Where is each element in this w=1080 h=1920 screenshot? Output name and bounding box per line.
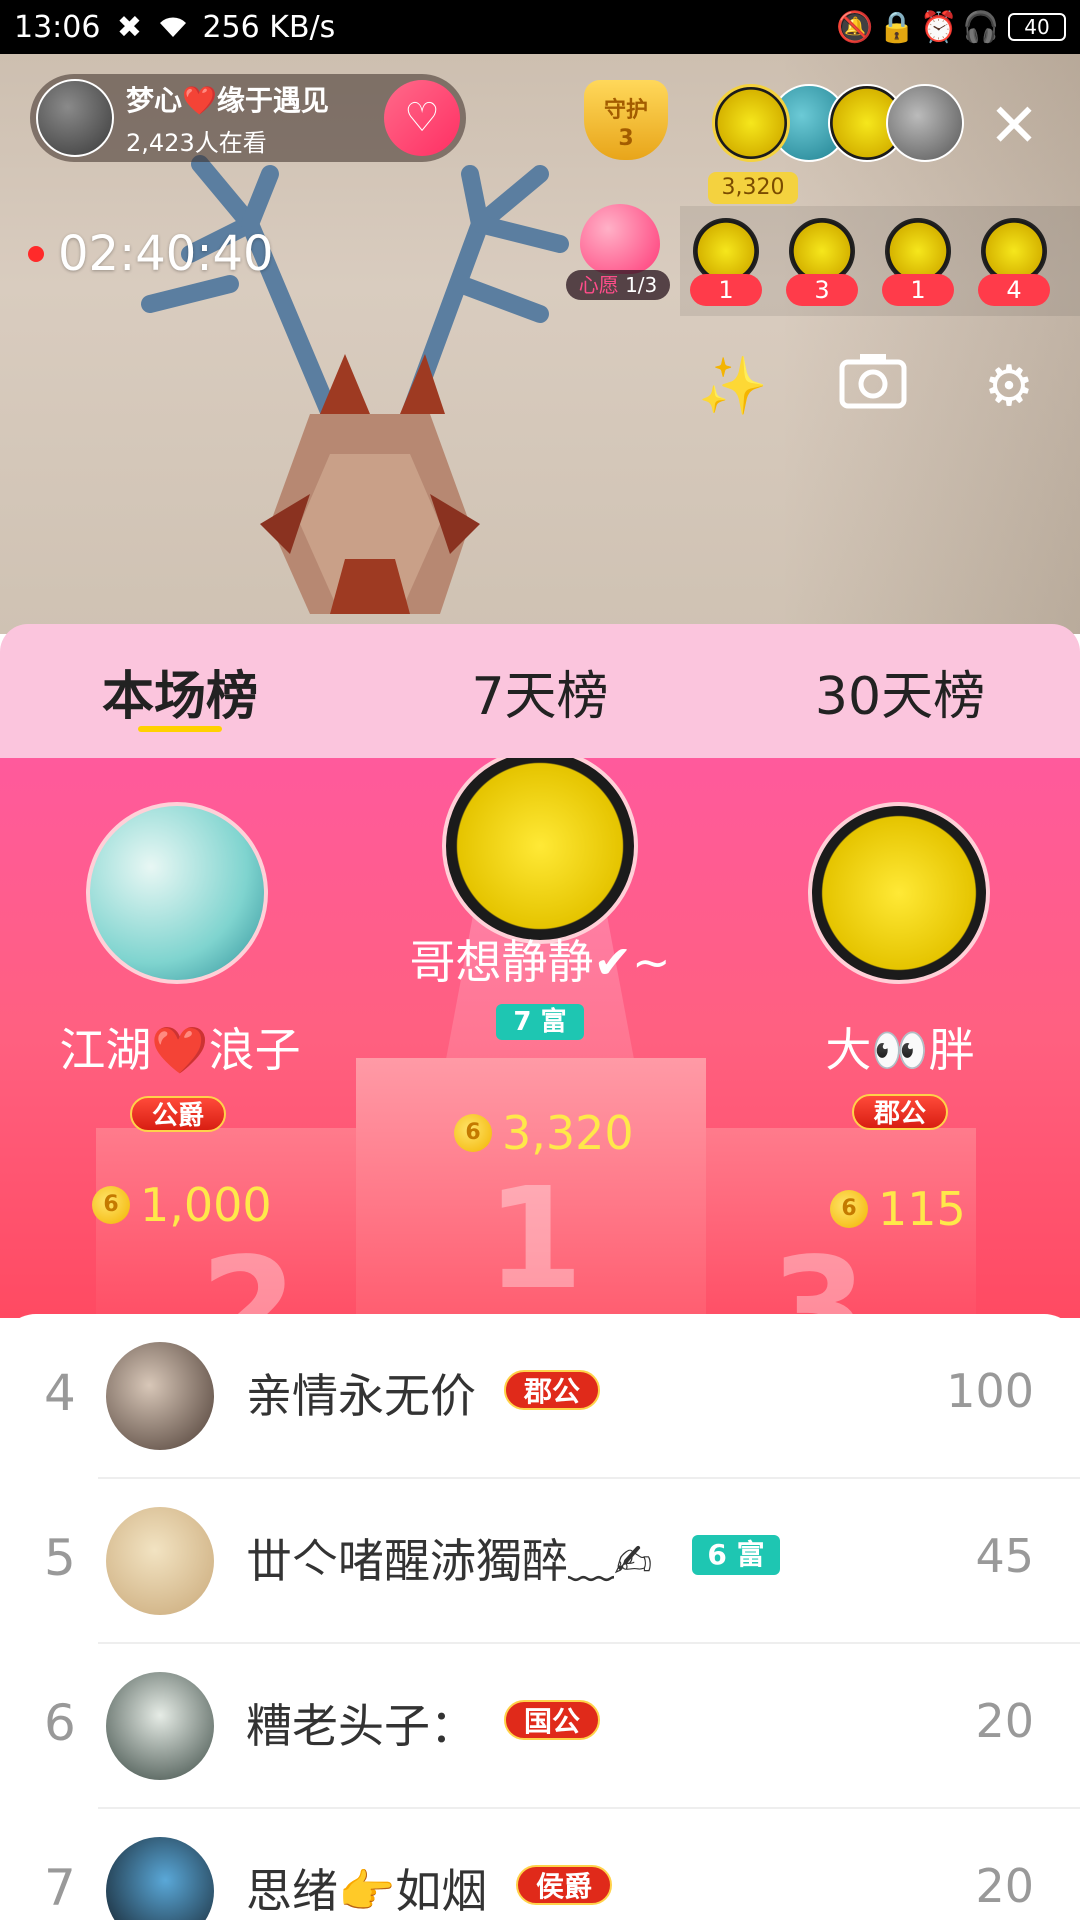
top-viewer-value: 3,320 bbox=[708, 172, 798, 204]
recording-dot-icon bbox=[28, 246, 44, 262]
list-item[interactable]: 5 丗亽啫醒浾獨醉﹏✍ 6 富 45 bbox=[0, 1479, 1080, 1644]
alarm-icon: ⏰ bbox=[920, 9, 958, 45]
user-avatar[interactable] bbox=[106, 1837, 214, 1920]
third-place-badge: 郡公 bbox=[852, 1094, 948, 1130]
guard-count: 3 bbox=[618, 126, 634, 151]
rank-number: 6 bbox=[44, 1694, 76, 1752]
mute-bell-icon: 🔕 bbox=[836, 9, 874, 45]
second-place-avatar[interactable] bbox=[86, 802, 268, 984]
rank-number: 5 bbox=[44, 1529, 76, 1587]
host-avatar[interactable] bbox=[36, 79, 114, 157]
lock-icon: 🔒 bbox=[878, 9, 916, 45]
first-place-avatar[interactable] bbox=[442, 758, 638, 944]
host-name: 梦心❤️缘于遇见 bbox=[126, 83, 329, 117]
follow-button[interactable]: ♡ bbox=[384, 80, 460, 156]
second-place-name: 江湖❤️浪子 bbox=[59, 1023, 301, 1077]
third-place-value: 6 115 bbox=[830, 1182, 966, 1236]
podium-number-1: 1 bbox=[486, 1158, 584, 1318]
network-speed: 256 KB/s bbox=[202, 9, 336, 45]
third-place-name: 大👀胖 bbox=[825, 1023, 975, 1077]
tab-current-session[interactable]: 本场榜 bbox=[0, 624, 360, 758]
list-item[interactable]: 4 亲情永无价 郡公 100 bbox=[0, 1314, 1080, 1479]
podium-number-2: 2 bbox=[200, 1228, 298, 1318]
audience-rank-item[interactable]: 1 bbox=[690, 218, 762, 318]
contribution-value: 45 bbox=[975, 1529, 1034, 1583]
tab-30-days[interactable]: 30天榜 bbox=[720, 624, 1080, 758]
user-name: 亲情永无价 bbox=[246, 1369, 476, 1423]
second-place-value: 6 1,000 bbox=[92, 1178, 272, 1232]
podium: 1 2 3 哥想静静✔~ 7 富 6 3,320 江湖❤️浪子 公爵 6 1,0… bbox=[0, 758, 1080, 1318]
host-info-pill[interactable]: 梦心❤️缘于遇见 2,423人在看 ♡ bbox=[30, 74, 466, 162]
audience-rank-strip[interactable]: 1 3 1 4 bbox=[680, 206, 1080, 316]
wifi-icon bbox=[158, 12, 188, 42]
audience-rank-item[interactable]: 4 bbox=[978, 218, 1050, 318]
contribution-value: 20 bbox=[975, 1694, 1034, 1748]
user-name: 思绪👉如烟 bbox=[246, 1864, 488, 1918]
list-item[interactable]: 6 糟老头子： 国公 20 bbox=[0, 1644, 1080, 1809]
wish-widget[interactable]: 心愿 1/3 bbox=[566, 204, 670, 304]
heart-face-icon bbox=[580, 204, 660, 274]
guard-badge[interactable]: 守护 3 bbox=[584, 80, 674, 180]
gear-icon[interactable]: ⚙ bbox=[972, 350, 1046, 424]
top-viewers[interactable]: 3,320 bbox=[708, 84, 964, 204]
coin-icon: 6 bbox=[92, 1186, 130, 1224]
rank-badge: 侯爵 bbox=[516, 1865, 612, 1905]
rank-badge: 6 富 bbox=[692, 1535, 780, 1575]
user-avatar[interactable] bbox=[106, 1672, 214, 1780]
live-video-area[interactable]: 梦心❤️缘于遇见 2,423人在看 ♡ 守护 3 3,320 ✕ 02:40:4… bbox=[0, 54, 1080, 634]
contribution-value: 100 bbox=[946, 1364, 1034, 1418]
podium-number-3: 3 bbox=[770, 1228, 868, 1318]
list-item[interactable]: 7 思绪👉如烟 侯爵 20 bbox=[0, 1809, 1080, 1920]
audience-rank-item[interactable]: 3 bbox=[786, 218, 858, 318]
guard-label: 守护 bbox=[603, 98, 648, 123]
first-place-name: 哥想静静✔~ bbox=[409, 935, 671, 989]
battery-indicator: 40 bbox=[1008, 13, 1066, 41]
contribution-value: 20 bbox=[975, 1859, 1034, 1913]
heart-plus-icon: ♡ bbox=[404, 95, 440, 141]
viewer-avatar[interactable] bbox=[886, 84, 964, 162]
viewer-avatar[interactable] bbox=[712, 84, 790, 162]
rank-number: 4 bbox=[44, 1364, 76, 1422]
live-timer: 02:40:40 bbox=[28, 226, 274, 282]
user-name: 丗亽啫醒浾獨醉﹏✍ bbox=[246, 1534, 653, 1588]
coin-icon: 6 bbox=[830, 1190, 868, 1228]
notification-close-icon: ✖ bbox=[116, 9, 143, 45]
status-bar: 13:06 ✖ 256 KB/s 🔕 🔒 ⏰ 🎧 40 bbox=[0, 0, 1080, 54]
headphones-icon: 🎧 bbox=[962, 9, 1000, 45]
coin-icon: 6 bbox=[454, 1114, 492, 1152]
second-place-badge: 公爵 bbox=[130, 1096, 226, 1132]
rank-number: 7 bbox=[44, 1859, 76, 1917]
magic-wand-icon[interactable]: ✨ bbox=[696, 350, 770, 424]
user-avatar[interactable] bbox=[106, 1507, 214, 1615]
rank-badge: 国公 bbox=[504, 1700, 600, 1740]
tab-7-days[interactable]: 7天榜 bbox=[360, 624, 720, 758]
close-button[interactable]: ✕ bbox=[984, 96, 1044, 156]
user-name: 糟老头子： bbox=[246, 1699, 476, 1753]
first-place-badge: 7 富 bbox=[496, 1004, 584, 1040]
wish-label: 心愿 1/3 bbox=[566, 270, 670, 300]
third-place-avatar[interactable] bbox=[808, 802, 990, 984]
leaderboard-tabs: 本场榜 7天榜 30天榜 bbox=[0, 624, 1080, 758]
first-place-value: 6 3,320 bbox=[454, 1106, 634, 1160]
audience-rank-item[interactable]: 1 bbox=[882, 218, 954, 318]
status-time: 13:06 bbox=[14, 9, 101, 45]
user-avatar[interactable] bbox=[106, 1342, 214, 1450]
rank-badge: 郡公 bbox=[504, 1370, 600, 1410]
close-icon: ✕ bbox=[988, 91, 1040, 161]
camera-switch-icon[interactable] bbox=[836, 350, 910, 424]
ranking-list: 4 亲情永无价 郡公 100 5 丗亽啫醒浾獨醉﹏✍ 6 富 45 6 糟老头子… bbox=[0, 1314, 1080, 1920]
viewer-count: 2,423人在看 bbox=[126, 128, 267, 157]
